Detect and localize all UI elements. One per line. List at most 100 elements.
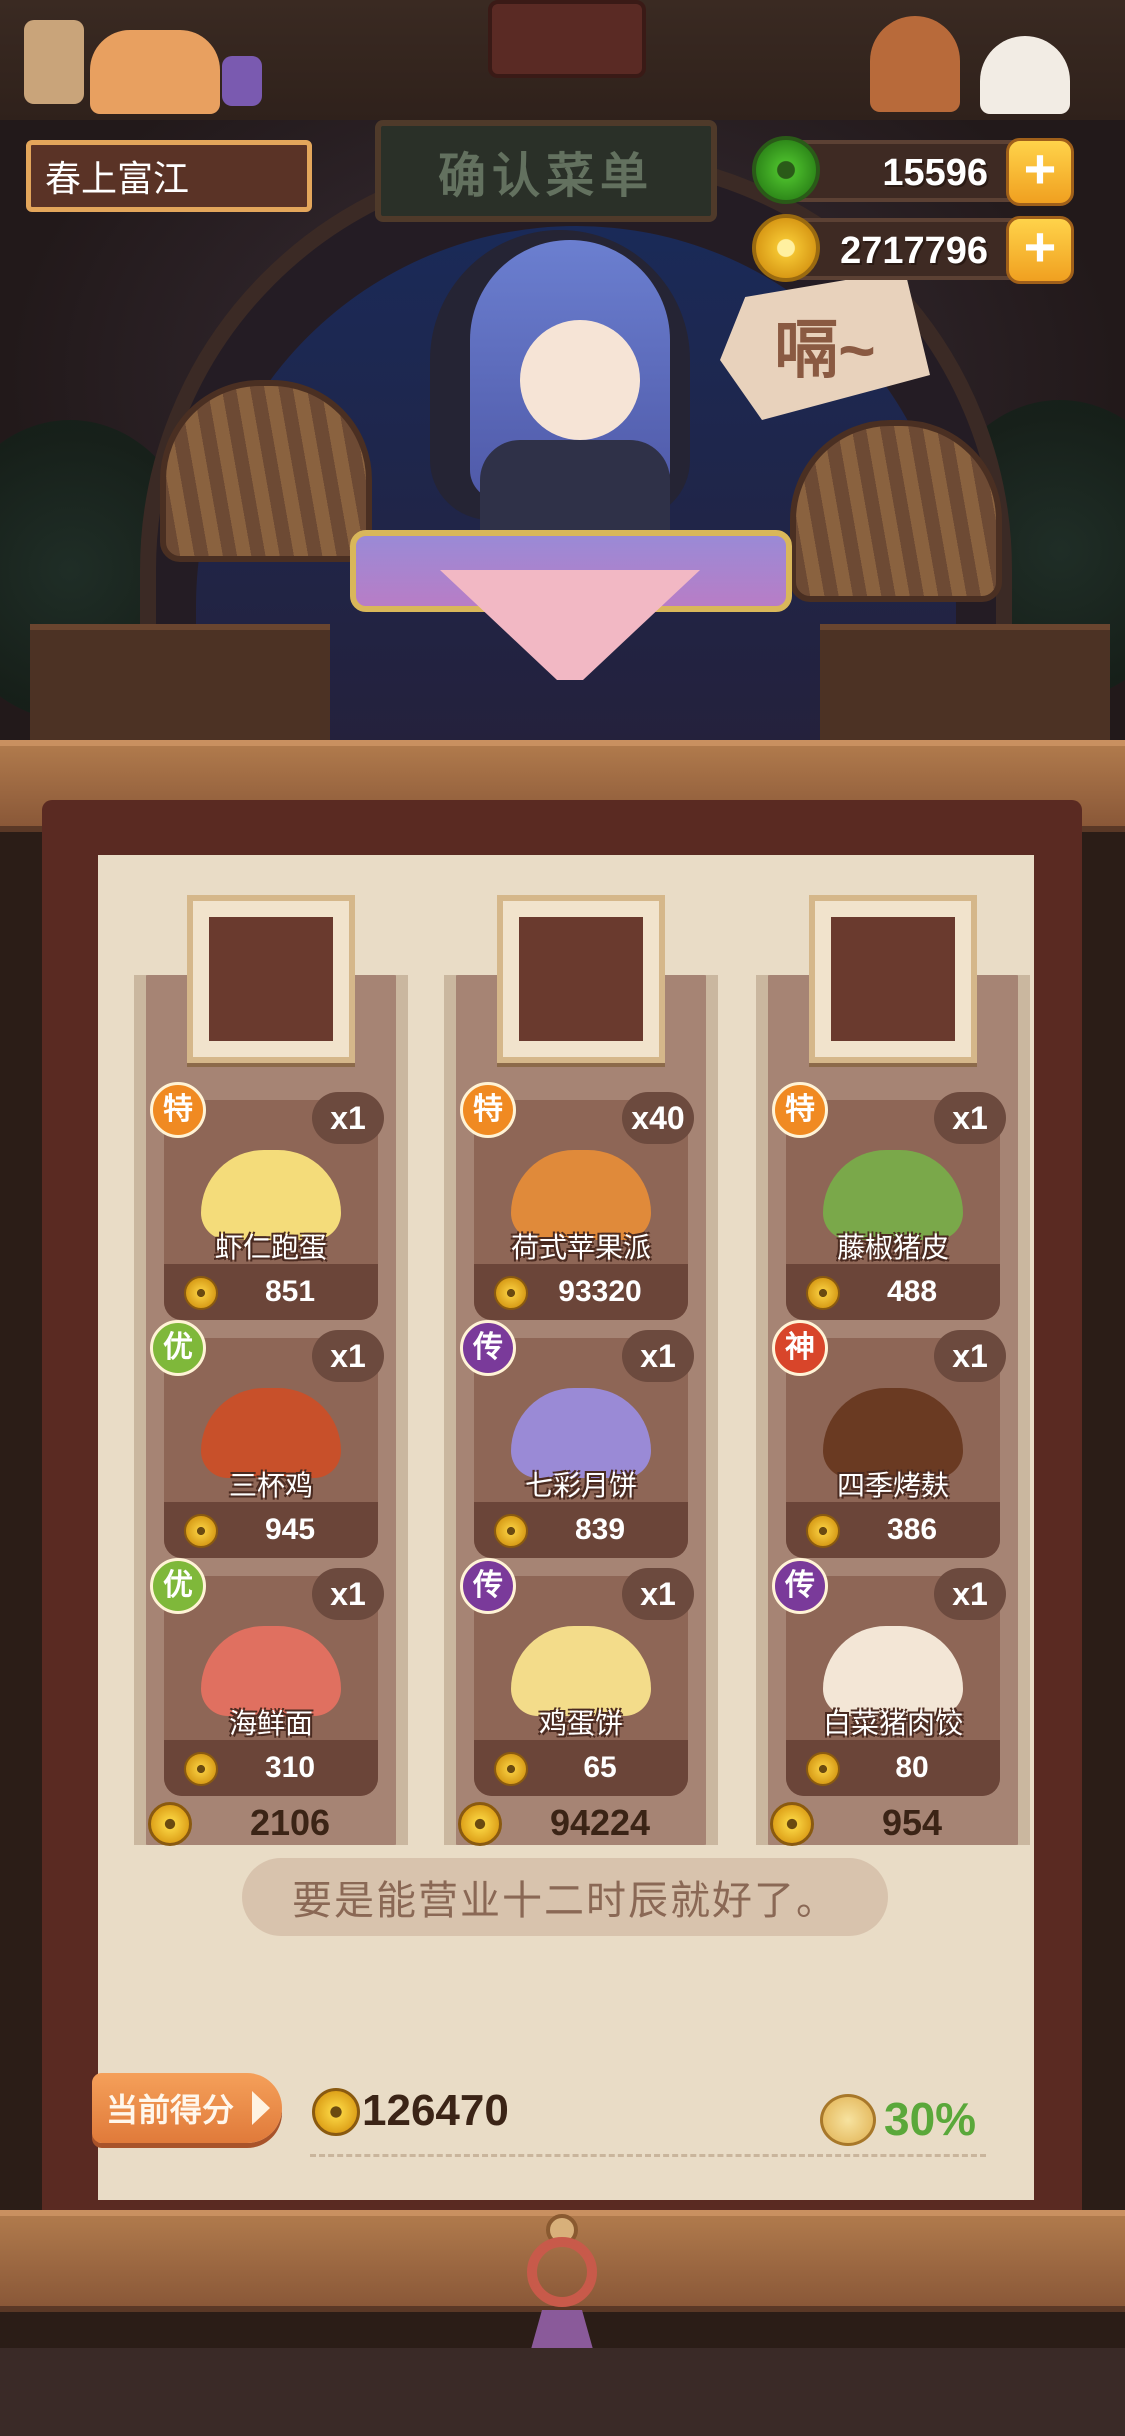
notebook-icon [24, 20, 84, 104]
customer-portrait[interactable] [187, 895, 355, 1063]
menu-sign: 确认菜单 [375, 120, 717, 222]
dish-card[interactable]: 特 x1 虾仁跑蛋 851 [150, 1082, 384, 1320]
dish-price: 839 [574, 1513, 626, 1546]
coin-icon [806, 1514, 840, 1548]
column-total: 94224 [450, 1798, 712, 1846]
dish-price: 851 [264, 1275, 316, 1308]
coin-icon [806, 1752, 840, 1786]
grade-badge: 传 [460, 1558, 516, 1614]
quantity-badge: x1 [312, 1092, 384, 1144]
quantity-badge: x1 [312, 1330, 384, 1382]
dish-name: 白菜猪肉饺 [822, 1708, 963, 1739]
dish-name: 三杯鸡 [228, 1470, 313, 1501]
fan-right-icon [790, 420, 1002, 602]
dish-name: 海鲜面 [228, 1708, 313, 1739]
customer-portrait[interactable] [809, 895, 977, 1063]
top-shelf [0, 0, 1125, 126]
grade-badge: 特 [772, 1082, 828, 1138]
bonus-percent: 30% [884, 2093, 977, 2145]
coin-icon [458, 1802, 502, 1846]
grade-badge: 传 [460, 1320, 516, 1376]
dish-price: 386 [886, 1513, 938, 1546]
quantity-badge: x40 [622, 1092, 694, 1144]
grade-badge: 特 [150, 1082, 206, 1138]
column-total-value: 94224 [549, 1802, 651, 1843]
shopkeeper-face [520, 320, 640, 440]
quantity-badge: x1 [312, 1568, 384, 1620]
coin-icon [494, 1514, 528, 1548]
hanging-cat-frame-icon [488, 0, 646, 78]
doll-icon [870, 16, 960, 112]
coin-icon [148, 1802, 192, 1846]
score-coin-icon [312, 2088, 360, 2136]
bottom-strip [0, 2348, 1125, 2436]
dish-name: 荷式苹果派 [510, 1232, 651, 1263]
quantity-badge: x1 [934, 1568, 1006, 1620]
jade-icon [752, 136, 820, 204]
coin-icon [184, 1752, 218, 1786]
customer-message: 要是能营业十二时辰就好了。 [242, 1858, 888, 1936]
column-total: 2106 [140, 1798, 402, 1846]
coin-icon [806, 1276, 840, 1310]
column-rail [756, 975, 768, 1845]
coin-icon [770, 1802, 814, 1846]
coin-icon [184, 1514, 218, 1548]
quantity-badge: x1 [622, 1568, 694, 1620]
dish-card[interactable]: 传 x1 七彩月饼 839 [460, 1320, 694, 1558]
column-total-value: 954 [881, 1802, 943, 1843]
white-haired-girl-avatar [209, 917, 333, 1041]
column-rail [396, 975, 408, 1845]
dish-name: 藤椒猪皮 [836, 1232, 949, 1263]
dish-name: 鸡蛋饼 [538, 1708, 623, 1739]
orange-cat-icon [90, 30, 220, 114]
customer-portrait[interactable] [497, 895, 665, 1063]
quantity-badge: x1 [934, 1092, 1006, 1144]
black-beast-avatar [519, 917, 643, 1041]
dish-name: 四季烤麸 [836, 1470, 949, 1501]
red-hat-boy-avatar [831, 917, 955, 1041]
dish-card[interactable]: 传 x1 白菜猪肉饺 80 [772, 1558, 1006, 1796]
coin-value: 2717796 [840, 230, 988, 272]
dish-price: 80 [895, 1751, 929, 1784]
dish-card[interactable]: 特 x1 藤椒猪皮 488 [772, 1082, 1006, 1320]
dish-card[interactable]: 优 x1 三杯鸡 945 [150, 1320, 384, 1558]
grade-badge: 优 [150, 1320, 206, 1376]
grade-badge: 优 [150, 1558, 206, 1614]
dish-price: 93320 [558, 1275, 642, 1308]
player-name-box: 春上富江 [26, 140, 312, 212]
dish-name: 虾仁跑蛋 [214, 1232, 327, 1263]
dish-card[interactable]: 传 x1 鸡蛋饼 65 [460, 1558, 694, 1796]
column-rail [134, 975, 146, 1845]
coin-currency-bar: 2717796 + [752, 214, 1074, 284]
coin-icon [494, 1752, 528, 1786]
score-value: 126470 [362, 2086, 509, 2135]
jade-currency-bar: 15596 + [752, 136, 1074, 206]
dish-card[interactable]: 特 x40 荷式苹果派 93320 [460, 1082, 694, 1320]
quantity-badge: x1 [622, 1330, 694, 1382]
fortune-bag-icon [820, 2094, 876, 2146]
grade-badge: 特 [460, 1082, 516, 1138]
coin-icon [494, 1276, 528, 1310]
arrow-right-icon [252, 2091, 270, 2125]
add-jade-button[interactable]: + [1006, 138, 1074, 206]
score-divider [310, 2154, 986, 2157]
column-rail [706, 975, 718, 1845]
dish-price: 488 [886, 1275, 938, 1308]
coin-icon [184, 1276, 218, 1310]
column-total-value: 2106 [249, 1802, 331, 1843]
current-score-label-text: 当前得分 [106, 2092, 235, 2128]
dish-price: 945 [264, 1513, 316, 1546]
dish-card[interactable]: 优 x1 海鲜面 310 [150, 1558, 384, 1796]
coin-icon [752, 214, 820, 282]
book-icon [222, 56, 262, 106]
column-rail [444, 975, 456, 1845]
column-total: 954 [762, 1798, 1024, 1846]
column-rail [1018, 975, 1030, 1845]
white-cat-icon [980, 36, 1070, 114]
dish-card[interactable]: 神 x1 四季烤麸 386 [772, 1320, 1006, 1558]
dish-price: 310 [264, 1751, 316, 1784]
chinese-knot-icon [527, 2214, 597, 2360]
add-coin-button[interactable]: + [1006, 216, 1074, 284]
fan-left-icon [160, 380, 372, 562]
dish-price: 65 [583, 1751, 617, 1784]
